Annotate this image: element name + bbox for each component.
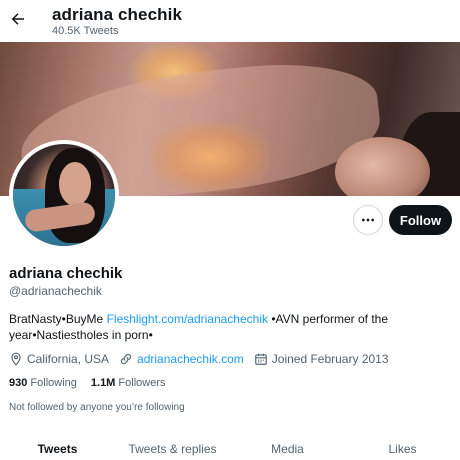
profile-tabs: Tweets Tweets & replies Media Likes [0,430,460,460]
bio-link[interactable]: Fleshlight.com/adrianachechik [107,312,268,326]
following-count: 930 [9,377,28,389]
calendar-icon [254,353,267,365]
profile-bio: BratNasty•BuyMe Fleshlight.com/adrianach… [9,311,449,343]
profile-header: adriana chechik 40.5K Tweets [0,0,460,42]
profile-handle: @adrianachechik [9,284,102,298]
joined-date: Joined February 2013 [254,352,389,366]
following-stat[interactable]: 930 Following [9,377,77,389]
website[interactable]: adrianachechik.com [119,352,244,366]
tab-tweets-replies[interactable]: Tweets & replies [115,430,230,460]
bio-text-prefix: BratNasty•BuyMe [9,312,107,326]
tweet-count: 40.5K Tweets [52,25,119,37]
profile-meta: California, USA adrianachechik.com Joine… [9,351,399,367]
follow-button[interactable]: Follow [389,205,452,235]
website-link[interactable]: adrianachechik.com [137,352,244,366]
followed-by-note: Not followed by anyone you’re following [9,402,185,413]
follow-stats: 930 Following 1.1M Followers [9,377,180,389]
tab-tweets[interactable]: Tweets [0,430,115,460]
avatar[interactable] [9,140,119,250]
following-label: Following [30,377,77,389]
ellipsis-icon [362,218,374,222]
arrow-left-icon [11,13,24,25]
tab-likes[interactable]: Likes [345,430,460,460]
more-options-button[interactable] [353,205,383,235]
followers-count: 1.1M [90,377,116,389]
joined-text: Joined February 2013 [271,352,389,366]
location-pin-icon [11,352,21,366]
profile-name: adriana chechik [9,265,123,282]
link-icon [120,353,132,365]
back-button[interactable] [6,7,30,31]
location-text: California, USA [27,352,110,366]
followers-stat[interactable]: 1.1M Followers [91,377,166,389]
location: California, USA [9,352,109,366]
followers-label: Followers [118,377,166,389]
tab-media[interactable]: Media [230,430,345,460]
header-title: adriana chechik [52,5,183,24]
